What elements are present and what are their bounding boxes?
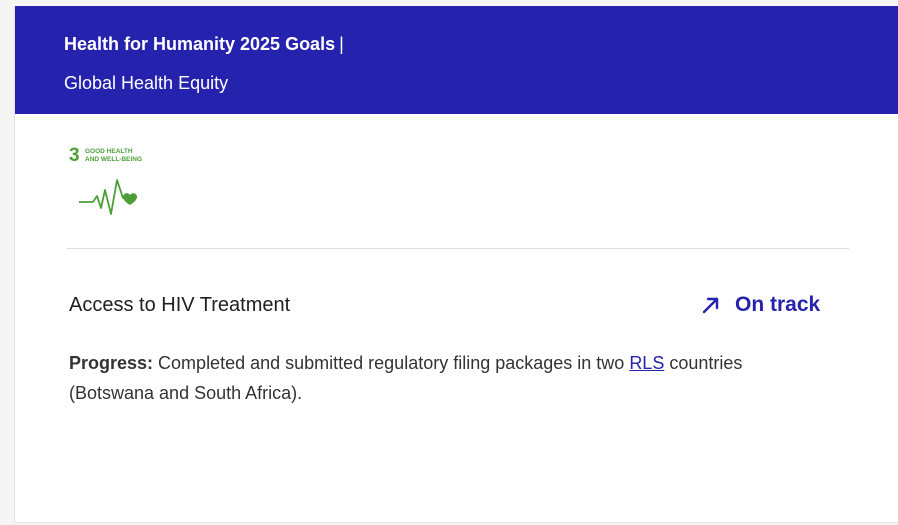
sdg-number: 3 (69, 145, 80, 166)
arrow-up-right-icon (702, 297, 719, 314)
card-header: Health for Humanity 2025 Goals | Global H… (15, 6, 898, 114)
progress-text: Progress: Completed and submitted regula… (69, 348, 749, 408)
status-label: On track (735, 293, 821, 316)
progress-text-before: Completed and submitted regulatory filin… (153, 353, 630, 373)
progress-label: Progress: (69, 353, 154, 373)
header-title: Health for Humanity 2025 Goals (64, 34, 336, 54)
header-separator: | (339, 34, 344, 54)
sdg-label-line2: AND WELL-BEING (85, 156, 143, 163)
heartbeat-heart-icon (79, 179, 137, 215)
rls-link[interactable]: RLS (629, 353, 664, 373)
sdg-badge: 3 GOOD HEALTH AND WELL-BEING (69, 146, 159, 222)
goal-card: Health for Humanity 2025 Goals | Global H… (14, 6, 898, 523)
divider (67, 248, 849, 249)
header-subtitle: Global Health Equity (64, 73, 229, 93)
header-title-line: Health for Humanity 2025 Goals | (64, 33, 344, 55)
goal-title: Access to HIV Treatment (69, 294, 291, 316)
sdg-label: GOOD HEALTH AND WELL-BEING (85, 148, 155, 164)
sdg-label-line1: GOOD HEALTH (85, 148, 133, 155)
status-indicator: On track (699, 291, 820, 319)
